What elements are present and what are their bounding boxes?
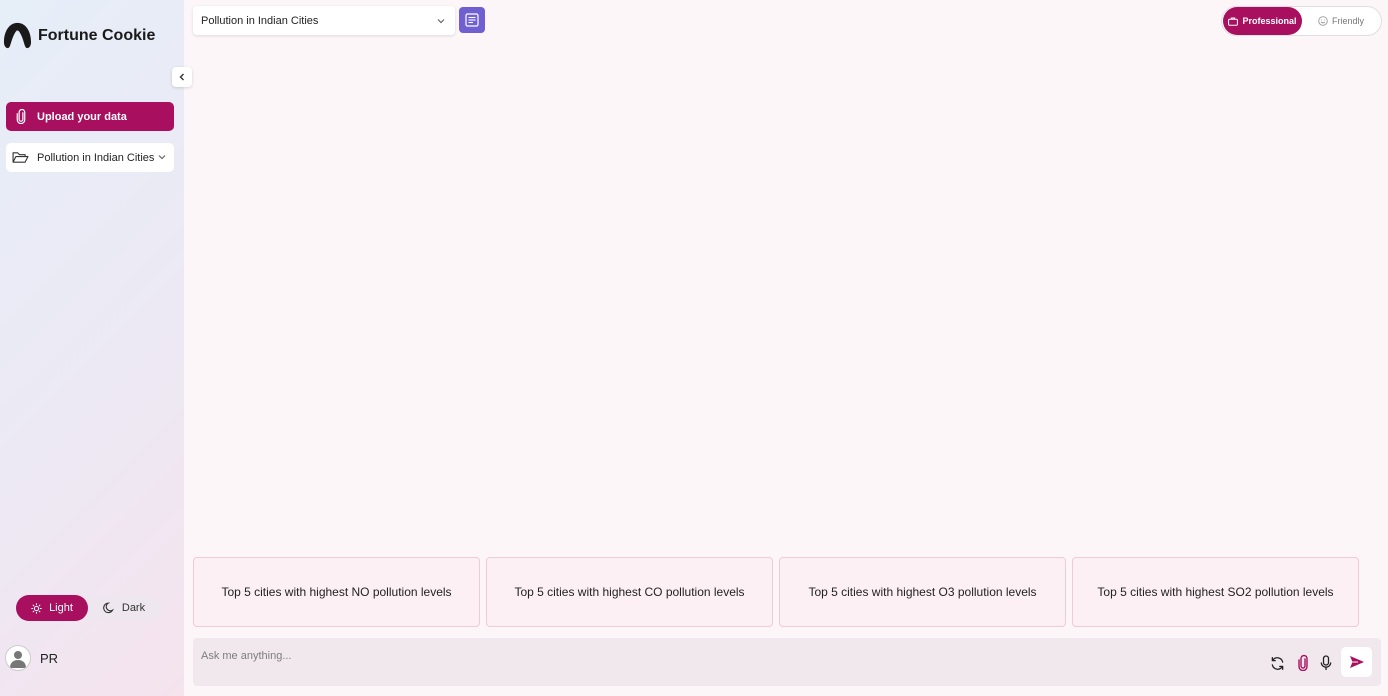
dataset-select-value: Pollution in Indian Cities [201, 14, 319, 27]
sidebar-dataset-item[interactable]: Pollution in Indian Cities [6, 143, 174, 172]
light-theme-button[interactable]: Light [16, 595, 88, 621]
brand[interactable]: Fortune Cookie [3, 21, 155, 50]
paperclip-icon [1298, 655, 1308, 671]
light-theme-label: Light [49, 602, 73, 614]
microphone-icon [1320, 655, 1332, 670]
suggestion-cards: Top 5 cities with highest NO pollution l… [193, 557, 1359, 627]
notes-icon [465, 13, 479, 27]
chat-bar [193, 638, 1381, 686]
sidebar: Fortune Cookie Upload your data Pollutio… [0, 0, 184, 696]
microphone-button[interactable] [1317, 654, 1335, 672]
chat-input[interactable] [201, 647, 1251, 665]
dataset-item-label: Pollution in Indian Cities [37, 151, 155, 164]
attach-button[interactable] [1294, 654, 1312, 672]
send-button[interactable] [1341, 647, 1372, 677]
user-name: PR [40, 650, 59, 666]
chevron-down-icon [437, 19, 445, 24]
avatar [5, 645, 31, 671]
friendly-tone-button[interactable]: Friendly [1302, 7, 1380, 35]
collapse-sidebar-button[interactable] [172, 67, 192, 87]
brand-name: Fortune Cookie [38, 26, 156, 44]
sun-icon [31, 602, 42, 614]
suggestion-card[interactable]: Top 5 cities with highest SO2 pollution … [1072, 557, 1359, 627]
suggestion-card[interactable]: Top 5 cities with highest NO pollution l… [193, 557, 480, 627]
briefcase-icon [1228, 17, 1239, 26]
fortune-cookie-logo-icon [3, 22, 32, 49]
suggestion-card[interactable]: Top 5 cities with highest O3 pollution l… [779, 557, 1066, 627]
professional-tone-label: Professional [1242, 16, 1297, 26]
friendly-tone-label: Friendly [1331, 16, 1364, 26]
refresh-icon [1271, 656, 1283, 670]
upload-data-label: Upload your data [37, 110, 127, 123]
send-icon [1349, 656, 1364, 668]
dataset-select[interactable]: Pollution in Indian Cities [193, 6, 455, 35]
professional-tone-button[interactable]: Professional [1223, 7, 1302, 35]
paperclip-icon [16, 109, 26, 124]
smile-icon [1318, 16, 1328, 26]
folder-open-icon [12, 152, 29, 163]
user-profile[interactable]: PR [5, 645, 58, 671]
dark-theme-label: Dark [121, 602, 146, 614]
suggestion-card[interactable]: Top 5 cities with highest CO pollution l… [486, 557, 773, 627]
user-avatar-icon [10, 651, 26, 668]
chevron-down-icon[interactable] [157, 152, 167, 162]
upload-data-button[interactable]: Upload your data [6, 102, 174, 131]
theme-toggle: Light Dark [16, 595, 161, 621]
tone-toggle: Professional Friendly [1221, 6, 1382, 36]
chevron-left-icon [179, 73, 184, 81]
notes-button[interactable] [459, 7, 485, 33]
refresh-button[interactable] [1268, 654, 1286, 672]
moon-icon [103, 602, 114, 614]
dark-theme-button[interactable]: Dark [88, 595, 160, 621]
